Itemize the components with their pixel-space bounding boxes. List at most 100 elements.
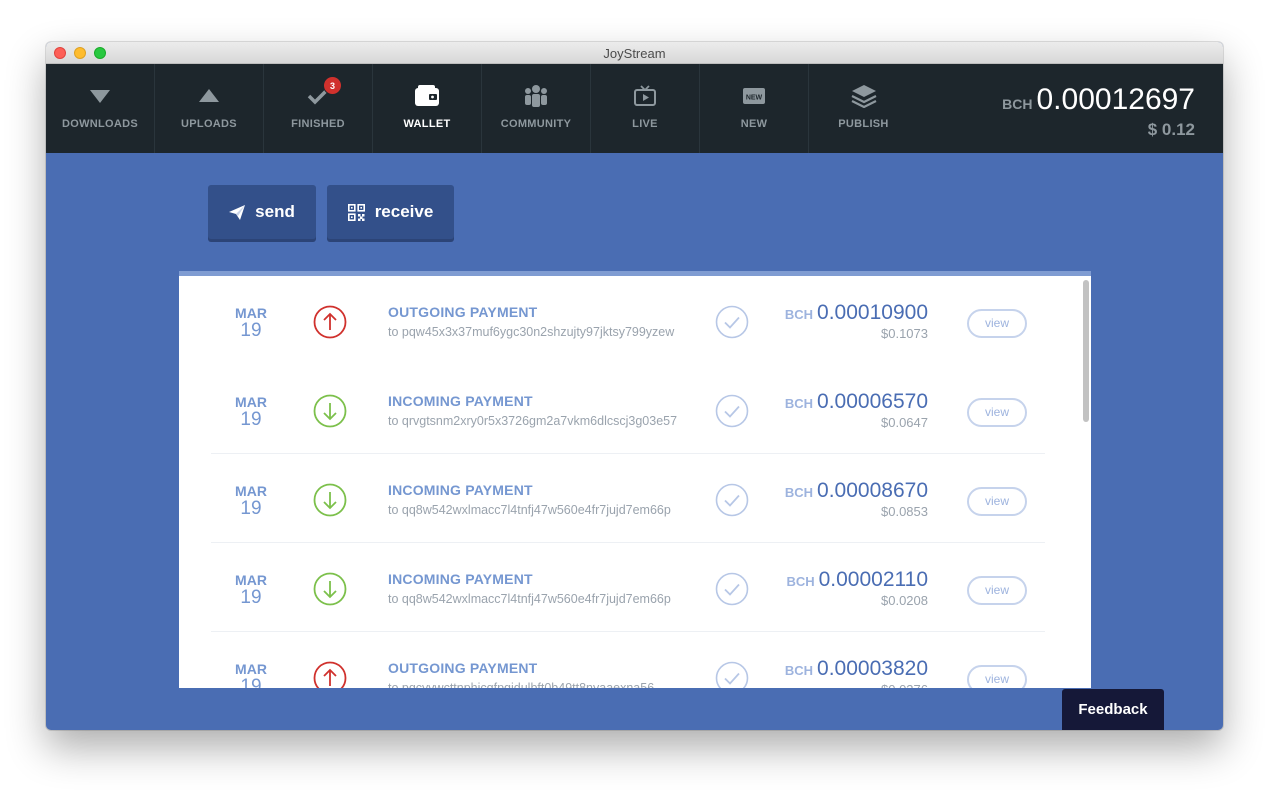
amount-value: 0.00006570 [817, 390, 928, 413]
nav-wallet[interactable]: WALLET [373, 64, 482, 153]
transactions-panel: MAR 19 OUTGOING PAYMENT to pqw45x3x37muf… [179, 271, 1091, 688]
nav-label: NEW [740, 118, 768, 130]
transaction-amount: BCH 0.00008670 $0.0853 [785, 479, 928, 519]
receive-button[interactable]: receive [327, 185, 454, 239]
wallet-balance: BCH 0.00012697 $ 0.12 [1002, 84, 1195, 140]
transaction-date: MAR 19 [231, 395, 271, 430]
amount-unit: BCH [784, 663, 814, 678]
paper-plane-icon [229, 204, 246, 220]
incoming-arrow-icon [313, 394, 347, 428]
scrollbar-thumb[interactable] [1083, 280, 1089, 422]
transaction-type: INCOMING PAYMENT [388, 482, 533, 498]
svg-text:NEW: NEW [746, 95, 763, 102]
confirmed-check-icon [715, 394, 749, 428]
transaction-day: 19 [240, 587, 262, 608]
amount-unit: BCH [784, 485, 814, 500]
view-transaction-button[interactable]: view [967, 665, 1027, 688]
transaction-address: to qrvgtsnm2xry0r5x3726gm2a7vkm6dlcscj3g… [388, 414, 678, 428]
transaction-month: MAR [235, 661, 267, 677]
amount-value: 0.00008670 [817, 479, 928, 502]
view-transaction-button[interactable]: view [967, 398, 1027, 427]
send-button[interactable]: send [208, 185, 316, 239]
transaction-row: MAR 19 INCOMING PAYMENT to qrvgtsnm2xry0… [179, 365, 1091, 454]
nav-label: UPLOADS [181, 118, 237, 130]
upload-arrow-icon [194, 83, 224, 109]
transaction-row: MAR 19 OUTGOING PAYMENT to pqcyvwcttnphi… [179, 632, 1091, 688]
send-label: send [255, 202, 295, 221]
nav-live[interactable]: LIVE [591, 64, 700, 153]
nav-label: COMMUNITY [500, 118, 572, 130]
transaction-day: 19 [240, 320, 262, 341]
transaction-date: MAR 19 [231, 484, 271, 519]
amount-value: 0.00002110 [818, 568, 928, 591]
transaction-amount: BCH 0.00006570 $0.0647 [785, 390, 928, 430]
transaction-month: MAR [235, 394, 267, 410]
balance-usd-symbol: $ [1147, 120, 1158, 139]
app-window: JoyStream DOWNLOADS UPLOADS 3 FINISHED W… [46, 42, 1223, 730]
nav-label: LIVE [632, 118, 658, 130]
checkmark-icon: 3 [303, 76, 342, 109]
feedback-button[interactable]: Feedback [1062, 689, 1164, 730]
transaction-amount: BCH0.00003820 $0.0376 [785, 657, 928, 688]
transaction-type: INCOMING PAYMENT [388, 393, 533, 409]
nav-label: WALLET [403, 118, 451, 130]
incoming-arrow-icon [313, 483, 347, 517]
transaction-address: to pqcyvwcttnphicqfpqidulbft0b49tt8nyaae… [388, 681, 655, 688]
balance-unit: BCH [1002, 96, 1033, 112]
view-transaction-button[interactable]: view [967, 487, 1027, 516]
transaction-address: to qq8w542wxlmacc7l4tnfj47w560e4fr7jujd7… [388, 592, 671, 606]
window-title: JoyStream [603, 46, 666, 61]
title-bar: JoyStream [46, 42, 1223, 64]
amount-usd: $0.0376 [785, 682, 928, 688]
tv-icon [630, 83, 660, 109]
nav-community[interactable]: COMMUNITY [482, 64, 591, 153]
confirmed-check-icon [715, 483, 749, 517]
confirmed-check-icon [715, 305, 749, 339]
transaction-amount: BCH 0.00002110 $0.0208 [786, 568, 928, 608]
amount-usd: $0.0208 [881, 593, 928, 608]
wallet-icon [412, 83, 442, 109]
outgoing-arrow-icon [313, 661, 347, 688]
nav-finished[interactable]: 3 FINISHED [264, 64, 373, 153]
transaction-type: INCOMING PAYMENT [388, 571, 533, 587]
balance-amount: 0.00012697 [1036, 83, 1196, 116]
transaction-row: MAR 19 OUTGOING PAYMENT to pqw45x3x37muf… [179, 276, 1091, 365]
transaction-day: 19 [240, 676, 262, 689]
transaction-type: OUTGOING PAYMENT [388, 660, 538, 676]
confirmed-check-icon [715, 572, 749, 606]
amount-value: 0.00003820 [817, 657, 928, 680]
transaction-day: 19 [240, 498, 262, 519]
nav-uploads[interactable]: UPLOADS [155, 64, 264, 153]
transaction-amount: BCH 0.00010900 $0.1073 [785, 301, 928, 341]
top-navbar: DOWNLOADS UPLOADS 3 FINISHED WALLET COMM… [46, 64, 1223, 153]
transaction-date: MAR 19 [231, 573, 271, 608]
layers-icon [849, 83, 879, 109]
transaction-month: MAR [235, 483, 267, 499]
transaction-type: OUTGOING PAYMENT [388, 304, 538, 320]
transaction-address: to pqw45x3x37muf6ygc30n2shzujty97jktsy79… [388, 325, 675, 339]
community-icon [521, 83, 551, 109]
view-transaction-button[interactable]: view [967, 309, 1027, 338]
nav-label: FINISHED [291, 118, 345, 130]
transaction-month: MAR [235, 572, 267, 588]
balance-usd: 0.12 [1161, 120, 1195, 139]
amount-usd: $0.1073 [881, 326, 928, 341]
transaction-day: 19 [240, 409, 262, 430]
nav-publish[interactable]: PUBLISH [809, 64, 918, 153]
nav-downloads[interactable]: DOWNLOADS [46, 64, 155, 153]
nav-label: PUBLISH [838, 118, 889, 130]
transaction-row: MAR 19 INCOMING PAYMENT to qq8w542wxlmac… [179, 543, 1091, 632]
nav-label: DOWNLOADS [61, 118, 139, 130]
transaction-date: MAR 19 [231, 306, 271, 341]
download-arrow-icon [85, 83, 115, 109]
amount-value: 0.00010900 [817, 301, 928, 324]
nav-new[interactable]: NEW NEW [700, 64, 809, 153]
confirmed-check-icon [715, 661, 749, 688]
view-transaction-button[interactable]: view [967, 576, 1027, 605]
incoming-arrow-icon [313, 572, 347, 606]
receive-label: receive [374, 202, 434, 221]
transaction-month: MAR [235, 305, 267, 321]
qr-code-icon [347, 203, 365, 221]
amount-unit: BCH [784, 307, 814, 322]
outgoing-arrow-icon [313, 305, 347, 339]
